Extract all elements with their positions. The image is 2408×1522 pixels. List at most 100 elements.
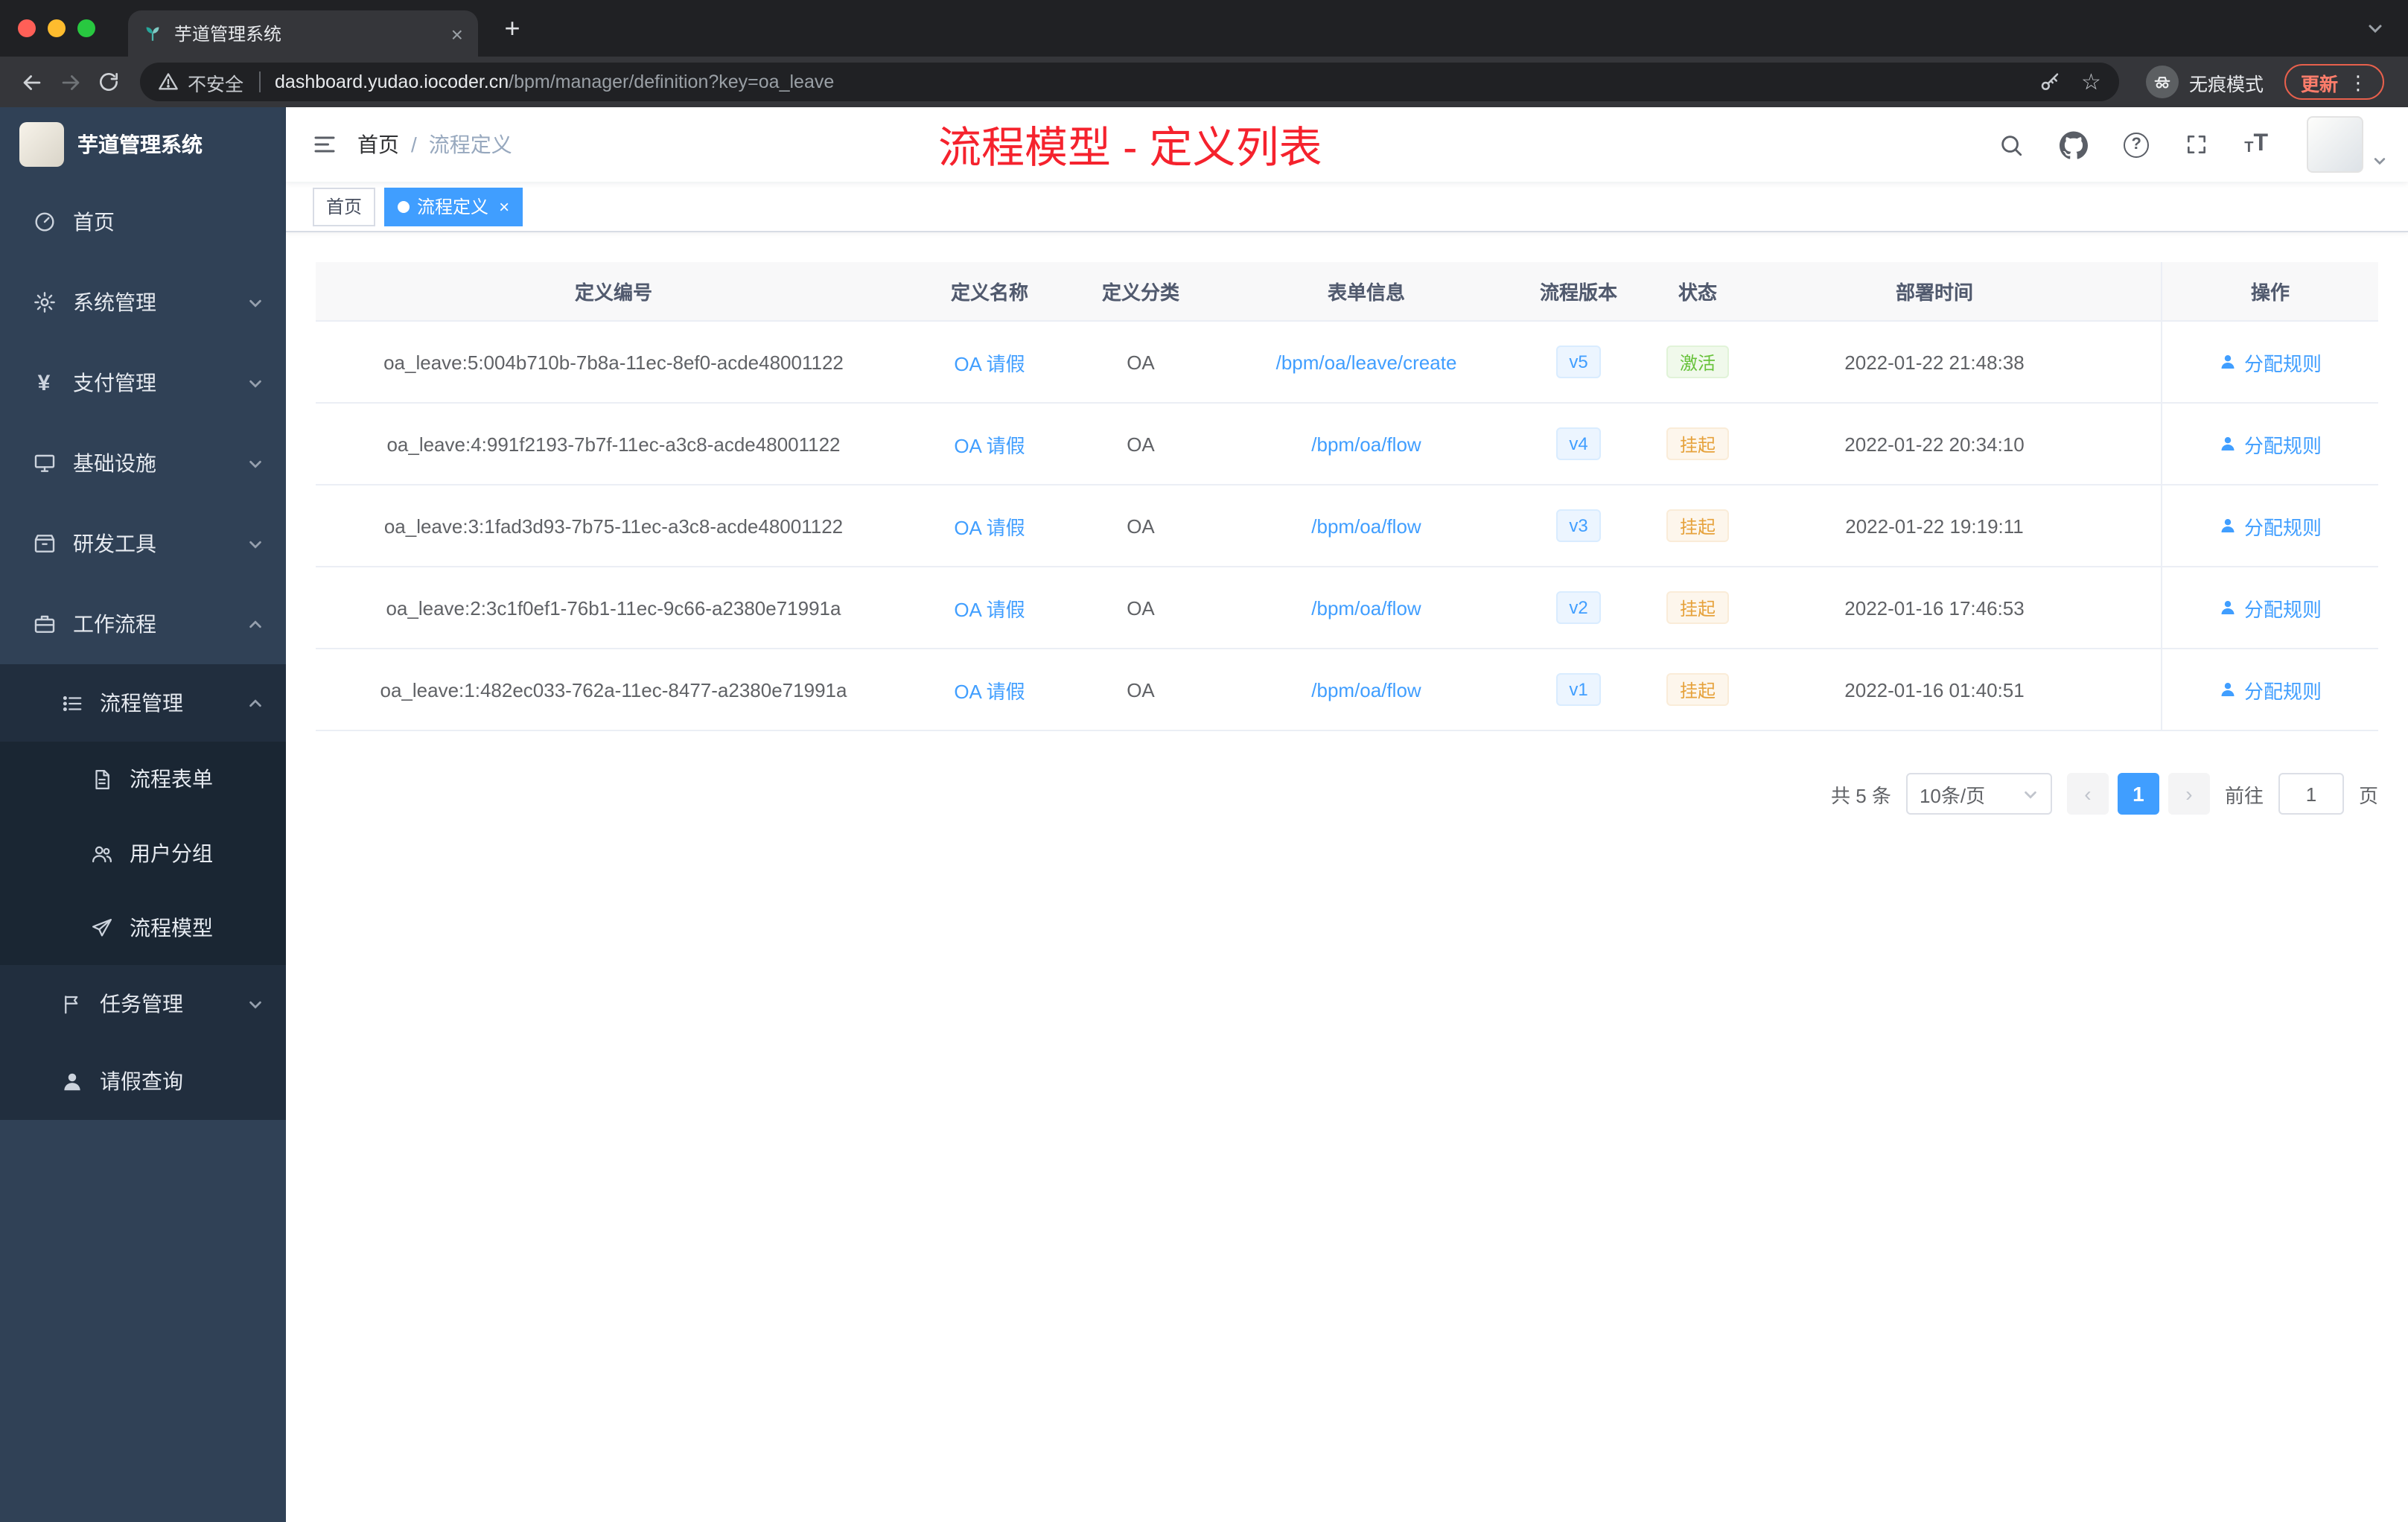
back-icon[interactable]: [12, 63, 51, 101]
font-size-icon[interactable]: TT: [2244, 132, 2268, 156]
tag-close-icon[interactable]: ×: [499, 197, 509, 215]
sidebar-item-task-management[interactable]: 任务管理: [0, 965, 286, 1042]
definition-name-link[interactable]: OA 请假: [954, 512, 1025, 540]
table-row: oa_leave:4:991f2193-7b7f-11ec-a3c8-acde4…: [316, 404, 2378, 485]
fullscreen-window-button[interactable]: [77, 19, 95, 37]
col-version: 流程版本: [1539, 281, 1617, 304]
browser-tab[interactable]: 芋道管理系统 ×: [128, 10, 478, 57]
definition-name-link[interactable]: OA 请假: [954, 348, 1025, 376]
definition-name-link[interactable]: OA 请假: [954, 675, 1025, 704]
close-window-button[interactable]: [18, 19, 36, 37]
table-header-row: 定义编号 定义名称 定义分类 表单信息 流程版本 状态 部署时间 操作: [316, 262, 2378, 322]
user-icon: [2219, 435, 2237, 453]
divider: [258, 71, 261, 92]
incognito-badge: 无痕模式: [2145, 66, 2264, 98]
chevron-down-icon: [247, 455, 264, 471]
tag-process-definition[interactable]: 流程定义 ×: [384, 187, 523, 226]
breadcrumb-current: 流程定义: [428, 133, 512, 156]
warning-icon: [158, 71, 179, 92]
version-badge: v1: [1555, 673, 1602, 706]
sidebar-item-process-model[interactable]: 流程模型: [0, 891, 286, 965]
minimize-window-button[interactable]: [48, 19, 66, 37]
bookmark-star-icon[interactable]: ☆: [2081, 71, 2101, 93]
form-info-link[interactable]: /bpm/oa/flow: [1311, 433, 1421, 455]
sidebar-item-process-management[interactable]: 流程管理: [0, 664, 286, 742]
definition-name-link[interactable]: OA 请假: [954, 593, 1025, 622]
sidebar-item-system[interactable]: 系统管理: [0, 262, 286, 343]
forward-icon[interactable]: [51, 63, 89, 101]
table-row: oa_leave:2:3c1f0ef1-76b1-11ec-9c66-a2380…: [316, 567, 2378, 649]
next-page-button[interactable]: ›: [2167, 773, 2210, 815]
assign-rule-link[interactable]: 分配规则: [2219, 675, 2322, 704]
status-badge: 激活: [1666, 346, 1729, 378]
yen-icon: ¥: [37, 370, 51, 395]
tab-search-chevron-icon[interactable]: [2366, 19, 2384, 37]
pagination: 共 5 条 10条/页 ‹ 1 › 前往 页: [316, 773, 2378, 815]
user-menu[interactable]: [2307, 116, 2387, 173]
sidebar: 芋道管理系统 首页 系统管理 ¥ 支付管理 基础设施 研发工具 工作流程 流程管…: [0, 107, 286, 1522]
sidebar-item-process-form[interactable]: 流程表单: [0, 742, 286, 816]
definition-name-link[interactable]: OA 请假: [954, 430, 1025, 458]
total-count: 共 5 条: [1831, 784, 1891, 806]
security-label[interactable]: 不安全: [188, 68, 243, 96]
gear-icon: [31, 290, 57, 314]
paper-plane-icon: [89, 917, 115, 939]
cell-deploy-time: 2022-01-22 19:19:11: [1845, 515, 2024, 537]
chevron-up-icon: [247, 616, 264, 632]
reload-icon[interactable]: [89, 63, 128, 101]
assign-rule-link[interactable]: 分配规则: [2219, 430, 2322, 458]
sidebar-item-workflow[interactable]: 工作流程: [0, 584, 286, 664]
cell-definition-id: oa_leave:1:482ec033-762a-11ec-8477-a2380…: [380, 678, 847, 701]
incognito-label: 无痕模式: [2188, 74, 2264, 95]
form-info-link[interactable]: /bpm/oa/flow: [1311, 596, 1421, 619]
new-tab-button[interactable]: +: [493, 9, 532, 48]
assign-rule-link[interactable]: 分配规则: [2219, 593, 2322, 622]
tag-home[interactable]: 首页: [313, 187, 376, 226]
tab-close-icon[interactable]: ×: [451, 23, 463, 44]
fullscreen-icon[interactable]: [2185, 133, 2208, 156]
toolbox-icon: [31, 532, 57, 555]
tags-view: 首页 流程定义 ×: [286, 182, 2408, 232]
url-host: dashboard.yudao.iocoder.cn: [275, 71, 509, 92]
flag-icon: [60, 993, 85, 1015]
form-info-link[interactable]: /bpm/oa/flow: [1311, 515, 1421, 537]
sidebar-item-user-group[interactable]: 用户分组: [0, 816, 286, 891]
cell-definition-id: oa_leave:2:3c1f0ef1-76b1-11ec-9c66-a2380…: [386, 596, 841, 619]
sidebar-item-dev-tools[interactable]: 研发工具: [0, 503, 286, 584]
tab-title: 芋道管理系统: [174, 24, 282, 45]
avatar[interactable]: [2307, 116, 2363, 173]
cell-definition-id: oa_leave:3:1fad3d93-7b75-11ec-a3c8-acde4…: [383, 515, 844, 537]
form-info-link[interactable]: /bpm/oa/leave/create: [1276, 351, 1457, 373]
definition-table: 定义编号 定义名称 定义分类 表单信息 流程版本 状态 部署时间 操作 oa_l…: [316, 262, 2378, 731]
page-content: 定义编号 定义名称 定义分类 表单信息 流程版本 状态 部署时间 操作 oa_l…: [286, 232, 2408, 1522]
search-icon[interactable]: [1998, 132, 2024, 157]
col-category: 定义分类: [1101, 281, 1179, 304]
goto-page-input[interactable]: [2278, 773, 2344, 815]
prev-page-button[interactable]: ‹: [2066, 773, 2109, 815]
assign-rule-link[interactable]: 分配规则: [2219, 348, 2322, 376]
chevron-down-icon: [247, 535, 264, 552]
assign-rule-link[interactable]: 分配规则: [2219, 512, 2322, 540]
briefcase-icon: [31, 612, 57, 636]
page-size-select[interactable]: 10条/页: [1905, 773, 2052, 815]
form-info-link[interactable]: /bpm/oa/flow: [1311, 678, 1421, 701]
key-icon[interactable]: [2038, 71, 2060, 93]
update-browser-button[interactable]: 更新 ⋮: [2284, 64, 2384, 100]
sidebar-item-home[interactable]: 首页: [0, 182, 286, 262]
table-row: oa_leave:3:1fad3d93-7b75-11ec-a3c8-acde4…: [316, 485, 2378, 567]
sidebar-item-payment[interactable]: ¥ 支付管理: [0, 343, 286, 423]
page-1-button[interactable]: 1: [2117, 773, 2159, 815]
cell-definition-id: oa_leave:4:991f2193-7b7f-11ec-a3c8-acde4…: [386, 433, 841, 455]
version-badge: v3: [1555, 509, 1602, 542]
sidebar-item-leave-query[interactable]: 请假查询: [0, 1042, 286, 1120]
github-icon[interactable]: [2060, 130, 2089, 159]
sidebar-item-infrastructure[interactable]: 基础设施: [0, 423, 286, 503]
menu-kebab-icon[interactable]: ⋮: [2348, 72, 2368, 92]
col-status: 状态: [1678, 281, 1717, 304]
help-icon[interactable]: ?: [2124, 132, 2150, 157]
collapse-sidebar-icon[interactable]: [301, 121, 348, 168]
breadcrumb-home[interactable]: 首页: [357, 130, 399, 159]
address-bar[interactable]: 不安全 dashboard.yudao.iocoder.cn /bpm/mana…: [140, 63, 2119, 101]
incognito-icon: [2145, 66, 2179, 98]
col-spacer: [2112, 262, 2161, 320]
